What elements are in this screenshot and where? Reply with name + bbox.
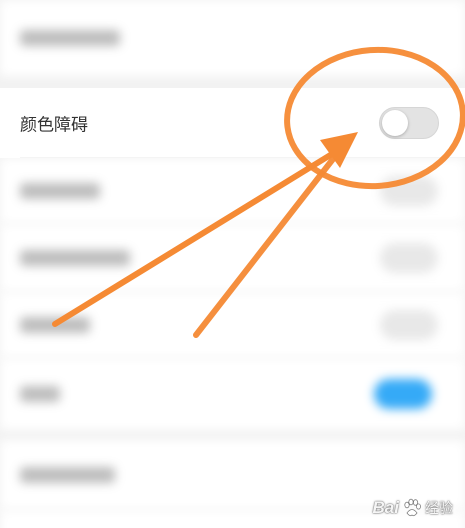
- blurred-label: [20, 30, 120, 46]
- blurred-label: [20, 386, 60, 402]
- blurred-setting-row-top[interactable]: [0, 0, 465, 76]
- blurred-setting-row-3[interactable]: [0, 292, 465, 358]
- blurred-label: [20, 317, 90, 333]
- blurred-toggle: [380, 176, 438, 206]
- watermark-brand: Bai: [372, 498, 399, 517]
- settings-screen: 颜色障碍 Bai 经验: [0, 0, 465, 528]
- baidu-watermark: Bai 经验: [373, 498, 453, 518]
- paw-icon: [404, 498, 421, 517]
- blurred-toggle-on: [374, 379, 432, 409]
- blurred-toggle: [380, 243, 438, 273]
- blurred-label: [20, 250, 130, 266]
- blurred-toggle: [380, 310, 438, 340]
- toggle-knob: [382, 110, 408, 136]
- color-blind-label: 颜色障碍: [20, 115, 88, 136]
- blurred-setting-row-2[interactable]: [0, 224, 465, 292]
- color-blind-toggle[interactable]: [379, 107, 439, 139]
- watermark-suffix: 经验: [425, 500, 453, 516]
- blurred-setting-row-4[interactable]: [0, 358, 465, 430]
- blurred-setting-row-1[interactable]: [0, 158, 465, 224]
- blurred-label: [20, 183, 100, 199]
- blurred-label: [20, 467, 115, 483]
